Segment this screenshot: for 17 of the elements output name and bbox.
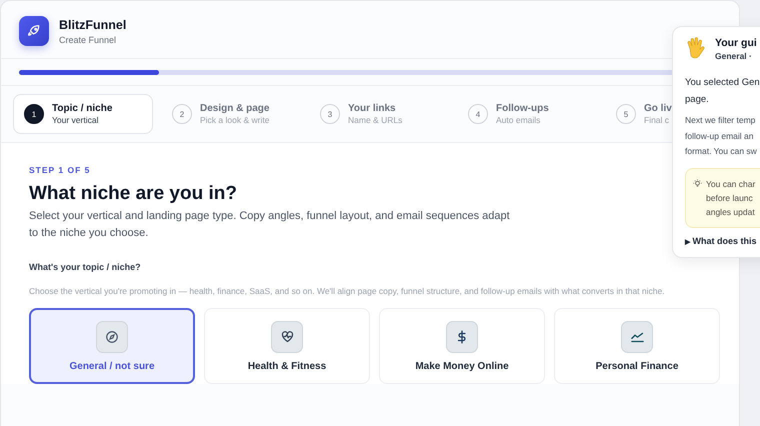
guide-subtitle: General · — [715, 51, 753, 61]
page-heading: What niche are you in? — [29, 183, 237, 205]
hint-text: Choose the vertical you're promoting in — health, finance, SaaS, and so on. We'll align page copy, funnel structure, and follow-up emails with what converts in that niche. — [29, 285, 666, 298]
page-subtitle: Create Funnel — [59, 34, 118, 44]
step-counter: STEP 1 OF 5 — [29, 165, 90, 175]
guide-lead-text: You selected Gen — [685, 76, 760, 90]
guide-body-text: format. You can sw — [685, 145, 757, 158]
tip-text: You can char — [706, 178, 756, 190]
question-label: What's your topic / niche? — [29, 262, 141, 272]
tip-text: angles updat — [706, 206, 755, 218]
intro-text: Select your vertical and landing page type. Copy angles, funnel layout, and email sequences adapt to the niche you choose. — [29, 209, 511, 241]
tip-text: before launc — [706, 192, 753, 204]
guide-title: Your gui — [715, 37, 757, 49]
app-name: BlitzFunnel — [59, 18, 126, 32]
guide-body-text: Next we filter temp — [685, 114, 756, 127]
guide-lead-text: page. — [685, 93, 709, 107]
guide-body-text: follow-up email an — [685, 130, 754, 143]
